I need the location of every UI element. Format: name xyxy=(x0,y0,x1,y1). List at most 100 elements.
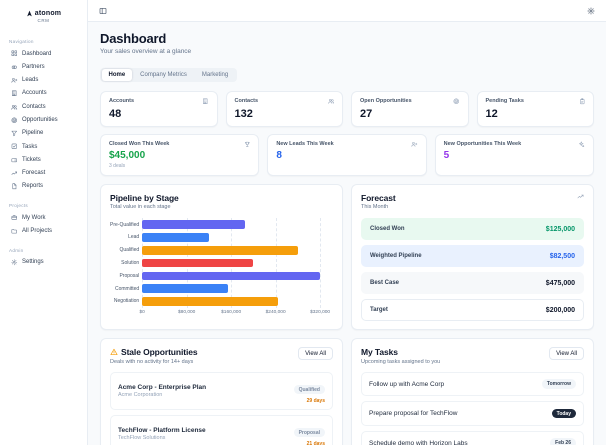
sidebar-item-icon xyxy=(11,50,18,57)
gear-icon[interactable] xyxy=(587,7,595,15)
chart-bar[interactable] xyxy=(142,284,229,293)
highlight-value: 5 xyxy=(443,150,450,162)
sidebar-item-label: Contacts xyxy=(22,103,46,110)
forecast-row-value: $200,000 xyxy=(545,306,575,314)
sidebar-item-label: Forecast xyxy=(22,170,46,177)
dashboard-content: Dashboard Your sales overview at a glanc… xyxy=(88,22,606,445)
sidebar-item[interactable]: Tasks xyxy=(9,140,78,153)
highlight-label: Closed Won This Week xyxy=(109,140,170,147)
forecast-row-value: $82,500 xyxy=(549,252,575,260)
logo: atonom CRM xyxy=(0,8,87,31)
sidebar-item[interactable]: My Work xyxy=(9,211,78,224)
sidebar-item-label: Leads xyxy=(22,77,39,84)
tab[interactable]: Home xyxy=(101,69,133,81)
dashboard-tabs: Home Company Metrics Marketing xyxy=(100,67,237,83)
chart-category-label: Lead xyxy=(128,234,140,241)
sidebar-item[interactable]: Accounts xyxy=(9,87,78,100)
sidebar-item[interactable]: Opportunities xyxy=(9,113,78,126)
sidebar-item-icon xyxy=(11,77,18,84)
sidebar-item-icon xyxy=(11,157,18,164)
stale-opportunities-card: Stale Opportunities Deals with no activi… xyxy=(100,338,343,445)
forecast-row: Weighted Pipeline $82,500 xyxy=(361,245,584,268)
nav-section-label: Projects xyxy=(9,203,28,209)
kpi-icon xyxy=(453,98,460,105)
highlight-card: Closed Won This Week $45,000 3 deals xyxy=(100,133,260,176)
axis-tick-label: $160,000 xyxy=(221,309,242,315)
sidebar-item[interactable]: Forecast xyxy=(9,167,78,180)
sidebar-item[interactable]: Contacts xyxy=(9,100,78,113)
sidebar-item-label: Opportunities xyxy=(22,117,58,124)
chart-category-label: Solution xyxy=(121,260,140,267)
sidebar-item-label: Partners xyxy=(22,63,45,70)
kpi-value: 27 xyxy=(360,107,373,120)
chart-bar-row xyxy=(142,257,329,270)
highlight-value: 8 xyxy=(276,150,282,162)
task-due-badge: Feb 26 xyxy=(550,438,576,445)
chart-bar-row xyxy=(142,269,329,282)
kpi-icon xyxy=(579,98,586,105)
task-label: Prepare proposal for TechFlow xyxy=(369,410,458,418)
sidebar-item-label: All Projects xyxy=(22,228,53,235)
sidebar-item[interactable]: All Projects xyxy=(9,224,78,237)
opportunity-company: TechFlow Solutions xyxy=(118,435,166,442)
forecast-row-value: $475,000 xyxy=(545,279,575,287)
sidebar-item[interactable]: Reports xyxy=(9,180,78,193)
task-item[interactable]: Follow up with Acme Corp Tomorrow xyxy=(361,371,584,397)
opportunity-title: TechFlow - Platform License xyxy=(118,426,206,434)
sidebar-item-icon xyxy=(11,259,18,266)
task-item[interactable]: Schedule demo with Horizon Labs Feb 26 xyxy=(361,430,584,445)
task-label: Follow up with Acme Corp xyxy=(369,380,445,388)
kpi-icon xyxy=(202,98,209,105)
chart-bar[interactable] xyxy=(142,246,298,255)
warning-icon xyxy=(110,348,118,356)
chart-bar[interactable] xyxy=(142,297,279,306)
stale-opportunity-item[interactable]: Acme Corp - Enterprise Plan Acme Corpora… xyxy=(110,371,333,410)
kpi-label: Accounts xyxy=(109,98,135,105)
sidebar-item-icon xyxy=(11,228,18,235)
highlight-icon xyxy=(411,141,418,148)
highlight-sub xyxy=(444,163,585,169)
sidebar-item[interactable]: Settings xyxy=(9,256,78,269)
axis-tick-label: $240,000 xyxy=(265,309,286,315)
task-due-badge: Tomorrow xyxy=(541,379,576,389)
sidebar-toggle-icon[interactable] xyxy=(99,7,107,15)
forecast-row: Best Case $475,000 xyxy=(361,272,584,295)
chart-bar[interactable] xyxy=(142,258,254,268)
page-subtitle: Your sales overview at a glance xyxy=(100,48,192,55)
opportunity-title: Acme Corp - Enterprise Plan xyxy=(118,383,207,391)
stale-view-all-button[interactable]: View All xyxy=(298,347,333,361)
forecast-row-label: Closed Won xyxy=(370,226,405,233)
highlight-value: $45,000 xyxy=(109,150,146,162)
chart-bar[interactable] xyxy=(142,233,209,242)
task-due-badge: Today xyxy=(551,408,576,419)
sidebar-item-icon xyxy=(11,214,18,221)
chart-bar[interactable] xyxy=(142,271,321,281)
pipeline-chart-card: Pipeline by Stage Total value in each st… xyxy=(100,183,343,331)
sidebar-item[interactable]: Partners xyxy=(9,60,78,73)
chart-bar[interactable] xyxy=(142,220,246,229)
sidebar-item[interactable]: Pipeline xyxy=(9,127,78,140)
task-item[interactable]: Prepare proposal for TechFlow Today xyxy=(361,401,584,426)
chart-subtitle: Total value in each stage xyxy=(110,204,171,211)
sidebar-item-label: Accounts xyxy=(22,90,47,97)
sidebar-item[interactable]: Leads xyxy=(9,74,78,87)
sidebar-item[interactable]: Dashboard xyxy=(9,47,78,60)
tab[interactable]: Company Metrics xyxy=(133,69,194,81)
chart-category-label: Negotiation xyxy=(113,298,140,305)
stale-days: 29 days xyxy=(306,397,325,404)
forecast-card: Forecast This Month Closed Won $125,000 … xyxy=(351,183,594,331)
stale-opportunity-item[interactable]: TechFlow - Platform License TechFlow Sol… xyxy=(110,414,333,445)
nav-section: Projects My Work All Projects xyxy=(0,195,87,240)
topbar xyxy=(88,0,606,22)
kpi-card: Pending Tasks 12 xyxy=(476,91,594,127)
sidebar-item-label: Reports xyxy=(22,183,44,190)
tab[interactable]: Marketing xyxy=(195,69,235,81)
chart-bar-row xyxy=(142,218,329,231)
kpi-card: Open Opportunities 27 xyxy=(351,91,469,127)
sidebar-item-label: Tasks xyxy=(22,143,38,150)
kpi-label: Open Opportunities xyxy=(360,98,412,105)
tasks-view-all-button[interactable]: View All xyxy=(549,347,584,361)
kpi-card: Contacts 132 xyxy=(225,91,343,127)
sidebar-item[interactable]: Tickets xyxy=(9,153,78,166)
highlight-label: New Opportunities This Week xyxy=(443,140,522,147)
